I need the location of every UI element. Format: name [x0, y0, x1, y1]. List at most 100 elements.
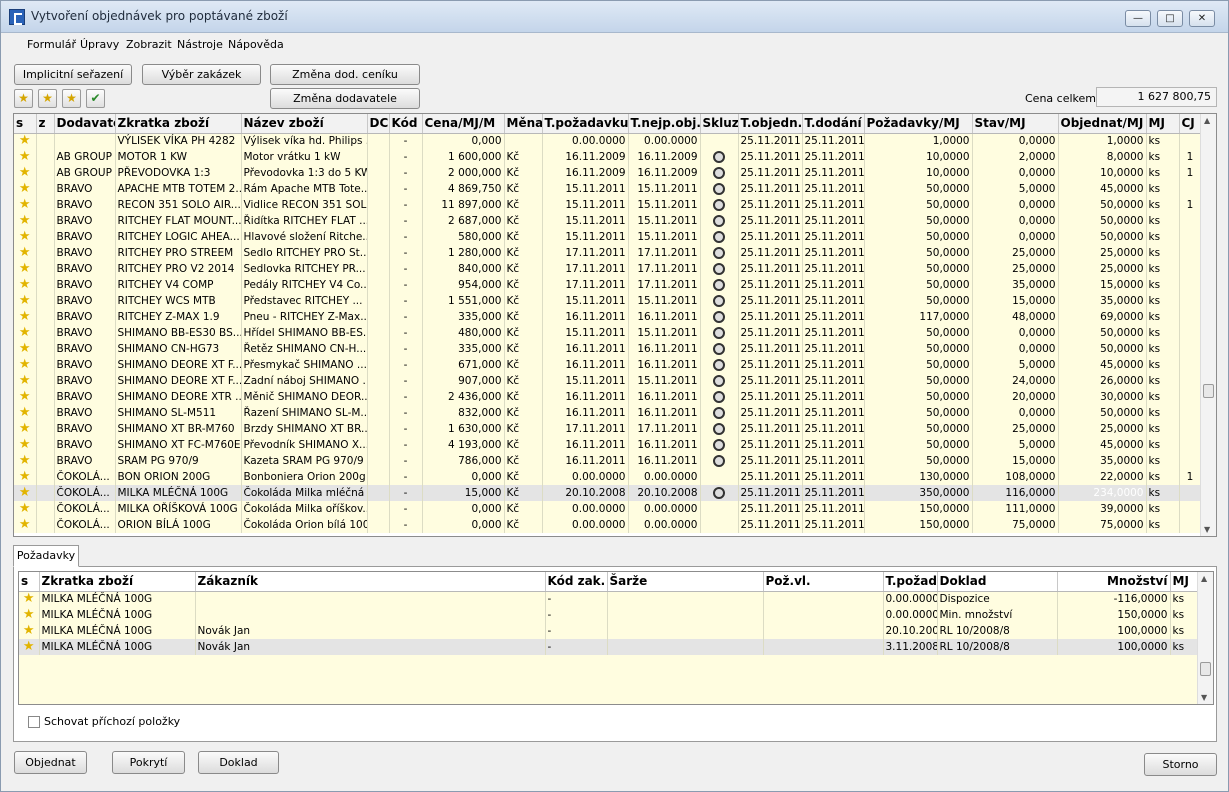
dc-cell: [367, 133, 390, 149]
menu-napoveda[interactable]: Nápověda: [228, 38, 284, 51]
column-header[interactable]: Doklad: [937, 572, 1058, 592]
cell: 15.11.2011: [628, 293, 701, 309]
column-header[interactable]: s: [19, 572, 40, 592]
requests-grid[interactable]: s Zkratka zboží Zákazník Kód zak. Šarže Pož.v…: [18, 571, 1214, 705]
change-pricelist-button[interactable]: Změna dod. ceníku: [270, 64, 420, 85]
table-row[interactable]: ★ BRAVO RITCHEY PRO V2 2014 Sedlovka RITCHE…: [14, 261, 1202, 277]
orders-grid[interactable]: szDodavatelZkratka zbožíNázev zbožíDCKód…: [13, 113, 1217, 537]
request-row[interactable]: ★ MILKA MLÉČNÁ 100G - 0.00.0000 Min. množstv…: [19, 607, 1198, 623]
column-header[interactable]: T.objedn.: [738, 114, 803, 134]
table-row[interactable]: ★ ČOKOLÁ... MILKA OŘÍŠKOVÁ 100G Čokoláda Mi…: [14, 501, 1202, 517]
menu-nastroje[interactable]: Nástroje: [177, 38, 223, 51]
scroll-down-icon[interactable]: ▼: [1204, 525, 1210, 534]
cell: [700, 437, 739, 453]
column-header[interactable]: Zkratka zboží: [39, 572, 196, 592]
close-button[interactable]: ✕: [1189, 10, 1215, 27]
star-edit-icon[interactable]: ★: [38, 89, 57, 108]
select-orders-button[interactable]: Výběr zakázek: [142, 64, 261, 85]
scroll-up-icon[interactable]: ▲: [1201, 574, 1207, 583]
star-plus-icon[interactable]: ★: [14, 89, 33, 108]
star-icon[interactable]: ★: [62, 89, 81, 108]
table-row[interactable]: ★ BRAVO RITCHEY FLAT MOUNT... Řidítka RITCH…: [14, 213, 1202, 229]
table-row[interactable]: ★ BRAVO SHIMANO DEORE XT F... Přesmykač SHI…: [14, 357, 1202, 373]
column-header[interactable]: T.dodání: [802, 114, 865, 134]
column-header[interactable]: z: [36, 114, 55, 134]
z-cell: [36, 325, 55, 341]
requests-scrollbar[interactable]: ▲ ▼: [1197, 572, 1213, 704]
column-header[interactable]: T.nejp.obj.: [628, 114, 701, 134]
table-row[interactable]: ★ BRAVO SRAM PG 970/9 Kazeta SRAM PG 970/9 -…: [14, 453, 1202, 469]
table-row[interactable]: ★ BRAVO RITCHEY WCS MTB Představec RITCHEY …: [14, 293, 1202, 309]
menu-upravy[interactable]: Úpravy: [80, 38, 119, 51]
table-row[interactable]: ★ BRAVO SHIMANO BB-ES30 BS... Hřídel SHIMAN…: [14, 325, 1202, 341]
table-row[interactable]: ★ BRAVO RECON 351 SOLO AIR... Vidlice RECON…: [14, 197, 1202, 213]
table-row[interactable]: ★ BRAVO RITCHEY LOGIC AHEA... Hlavové slože…: [14, 229, 1202, 245]
scroll-thumb[interactable]: [1203, 384, 1214, 398]
cell: ks: [1146, 501, 1180, 517]
table-row[interactable]: ★ BRAVO RITCHEY V4 COMP Pedály RITCHEY V4 C…: [14, 277, 1202, 293]
table-row[interactable]: ★ BRAVO SHIMANO DEORE XT F... Zadní náboj S…: [14, 373, 1202, 389]
column-header[interactable]: CJ: [1179, 114, 1202, 134]
order-button[interactable]: Objednat: [14, 751, 87, 774]
column-header[interactable]: DC: [367, 114, 390, 134]
column-header[interactable]: Pož.vl.: [763, 572, 884, 592]
column-header[interactable]: Zákazník: [195, 572, 546, 592]
table-row[interactable]: ★ ČOKOLÁ... BON ORION 200G Bonboniera Orion…: [14, 469, 1202, 485]
cell: 17.11.2011: [542, 261, 629, 277]
column-header[interactable]: Zkratka zboží: [115, 114, 242, 134]
maximize-button[interactable]: □: [1157, 10, 1183, 27]
table-row[interactable]: ★ ČOKOLÁ... MILKA MLÉČNÁ 100G Čokoláda Milk…: [14, 485, 1202, 501]
column-header[interactable]: Skluz: [700, 114, 739, 134]
column-header[interactable]: s: [14, 114, 37, 134]
request-row[interactable]: ★ MILKA MLÉČNÁ 100GNovák Jan- 20.10.2008RL…: [19, 623, 1198, 639]
star-check-icon[interactable]: ✔: [86, 89, 105, 108]
change-supplier-button[interactable]: Změna dodavatele: [270, 88, 420, 109]
scroll-up-icon[interactable]: ▲: [1204, 116, 1210, 125]
request-row[interactable]: ★ MILKA MLÉČNÁ 100G Novák Jan - 3.11.2008 RL …: [19, 639, 1198, 655]
cell: 20.10.2008: [883, 623, 938, 639]
hide-incoming-checkbox[interactable]: [28, 716, 40, 728]
table-row[interactable]: ★ AB GROUP PŘEVODOVKA 1:3 Převodovka 1:3 do…: [14, 165, 1202, 181]
minimize-button[interactable]: —: [1125, 10, 1151, 27]
request-row[interactable]: ★ MILKA MLÉČNÁ 100G - 0.00.0000 Dispozice -11…: [19, 591, 1198, 607]
table-row[interactable]: ★ BRAVO SHIMANO SL-M511 Řazení SHIMANO SL-M…: [14, 405, 1202, 421]
table-row[interactable]: ★ BRAVO SHIMANO CN-HG73 Řetěz SHIMANO CN-H.…: [14, 341, 1202, 357]
column-header[interactable]: Požadavky/MJ: [864, 114, 973, 134]
cancel-button[interactable]: Storno: [1144, 753, 1217, 776]
column-header[interactable]: Cena/MJ/M: [422, 114, 505, 134]
column-header[interactable]: Stav/MJ: [972, 114, 1059, 134]
column-header[interactable]: Objednat/MJ: [1058, 114, 1147, 134]
column-header[interactable]: T.požad.: [883, 572, 938, 592]
cell: 25.11.2011: [738, 373, 803, 389]
table-row[interactable]: ★ ČOKOLÁ... ORION BÍLÁ 100G Čokoláda Orion …: [14, 517, 1202, 533]
column-header[interactable]: MJ: [1146, 114, 1180, 134]
column-header[interactable]: Množství: [1057, 572, 1171, 592]
table-row[interactable]: ★ BRAVO RITCHEY PRO STREEM Sedlo RITCHEY PR…: [14, 245, 1202, 261]
table-row[interactable]: ★ BRAVO SHIMANO DEORE XTR ... Měnič SHIMANO…: [14, 389, 1202, 405]
column-header[interactable]: Název zboží: [241, 114, 368, 134]
scroll-down-icon[interactable]: ▼: [1201, 693, 1207, 702]
column-header[interactable]: Měna: [504, 114, 543, 134]
tab-pozadavky[interactable]: Požadavky: [13, 545, 79, 567]
menu-formular[interactable]: Formulář: [27, 38, 76, 51]
column-header[interactable]: Kód: [389, 114, 423, 134]
table-row[interactable]: ★ BRAVO SHIMANO XT FC-M760E Převodník SHIMA…: [14, 437, 1202, 453]
cell: 15.11.2011: [542, 197, 629, 213]
scroll-thumb[interactable]: [1200, 662, 1211, 676]
table-row[interactable]: ★ BRAVO RITCHEY Z-MAX 1.9 Pneu - RITCHEY Z-…: [14, 309, 1202, 325]
table-row[interactable]: ★ BRAVO SHIMANO XT BR-M760 Brzdy SHIMANO XT…: [14, 421, 1202, 437]
column-header[interactable]: MJ: [1170, 572, 1198, 592]
table-row[interactable]: ★ VÝLISEK VÍKA PH 4282 Výlisek víka hd. Ph…: [14, 133, 1202, 149]
cell: BRAVO: [54, 357, 116, 373]
column-header[interactable]: Šarže: [607, 572, 764, 592]
column-header[interactable]: Dodavatel: [54, 114, 116, 134]
coverage-button[interactable]: Pokrytí: [112, 751, 185, 774]
table-row[interactable]: ★ BRAVO APACHE MTB TOTEM 2... Rám Apache MT…: [14, 181, 1202, 197]
document-button[interactable]: Doklad: [198, 751, 279, 774]
column-header[interactable]: T.požadavku: [542, 114, 629, 134]
implicit-sort-button[interactable]: Implicitní seřazení: [14, 64, 132, 85]
grid-scrollbar[interactable]: ▲ ▼: [1200, 114, 1216, 536]
column-header[interactable]: Kód zak.: [545, 572, 608, 592]
menu-zobrazit[interactable]: Zobrazit: [126, 38, 172, 51]
table-row[interactable]: ★ AB GROUP MOTOR 1 KW Motor vrátku 1 kW -1 6…: [14, 149, 1202, 165]
